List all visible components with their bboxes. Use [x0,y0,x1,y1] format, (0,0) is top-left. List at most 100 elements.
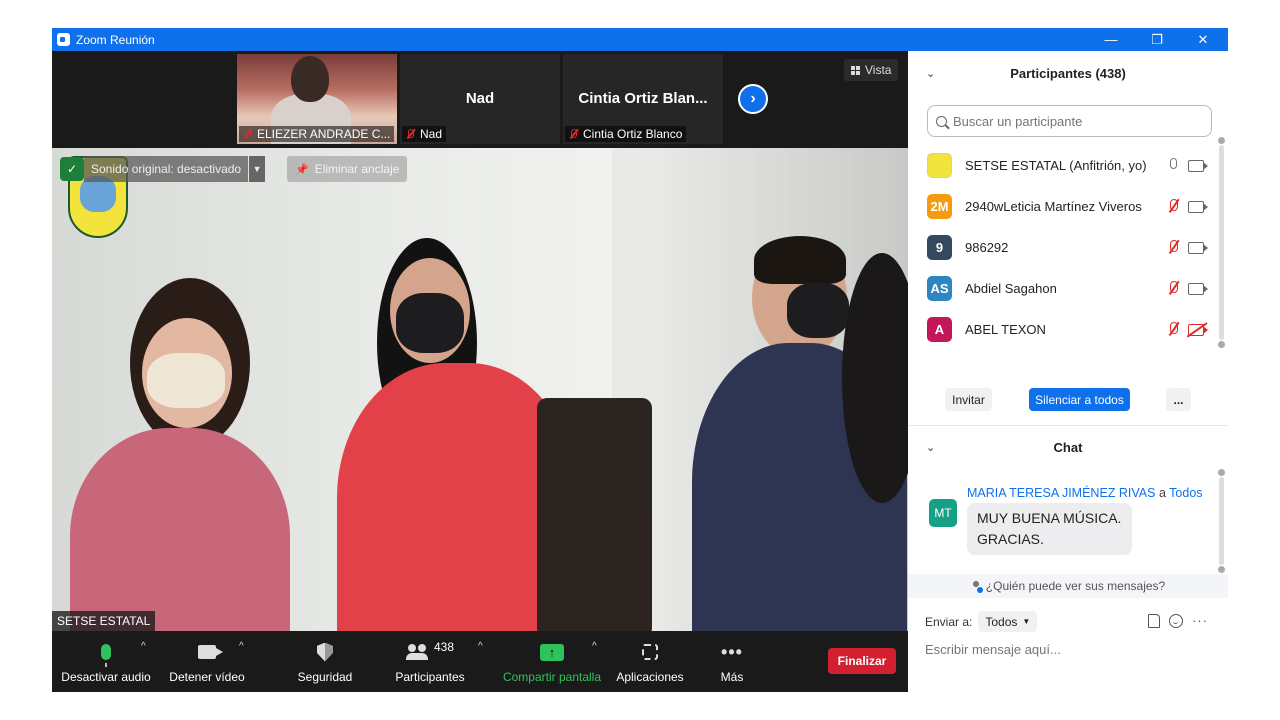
participant-thumbnail[interactable]: Nad Nad [400,54,560,144]
participants-header: ⌄ Participantes (438) [908,53,1228,93]
participant-name: ABEL TEXON [965,322,1046,337]
mic-muted-icon[interactable] [1167,321,1181,338]
message-visibility-link[interactable]: ¿Quién puede ver sus mensajes? [908,574,1228,598]
participants-button[interactable]: 438 Participantes [390,631,470,692]
camera-icon[interactable] [1188,282,1208,295]
mute-all-button[interactable]: Silenciar a todos [1029,388,1130,411]
participant-row[interactable]: 2M 2940wLeticia Martínez Viveros [908,186,1218,227]
message-recipient[interactable]: Todos [1169,486,1202,500]
chevron-down-icon[interactable]: ⌄ [926,441,935,454]
file-icon[interactable] [1148,613,1160,628]
message-meta: MARIA TERESA JIMÉNEZ RIVAS a Todos [967,486,1203,500]
gallery-strip: ELIEZER ANDRADE C... Nad Nad Cintia Orti… [52,51,908,147]
mic-muted-icon[interactable] [1167,280,1181,297]
camera-icon[interactable] [1188,159,1208,172]
participant-avatar: 2M [927,194,952,219]
chevron-up-icon[interactable]: ^ [592,641,597,652]
stop-video-button[interactable]: Detener vídeo [166,631,248,692]
share-screen-label: Compartir pantalla [502,670,602,684]
camera-icon[interactable] [1188,200,1208,213]
minimize-button[interactable]: — [1088,28,1134,51]
host-avatar [927,153,952,178]
camera-icon[interactable] [1188,241,1208,254]
chevron-down-icon[interactable]: ▼ [249,156,266,182]
apps-label: Aplicaciones [616,670,684,684]
mic-muted-icon[interactable] [1167,239,1181,256]
participant-row[interactable]: A ABEL TEXON [908,309,1218,350]
search-input[interactable] [953,113,1193,129]
chevron-up-icon[interactable]: ^ [141,641,146,652]
chat-messages: MT MARIA TERESA JIMÉNEZ RIVAS a Todos MU… [908,469,1228,573]
thumbnail-name: ELIEZER ANDRADE C... [257,127,391,141]
more-dots-icon[interactable]: ··· [1192,613,1208,628]
unpin-button[interactable]: 📌 Eliminar anclaje [287,156,408,182]
message-line: MUY BUENA MÚSICA. [977,510,1122,526]
chevron-down-icon[interactable]: ⌄ [926,67,935,80]
participants-label: Participantes [395,670,465,684]
share-screen-button[interactable]: ↑ Compartir pantalla [500,631,604,692]
participant-row[interactable]: AS Abdiel Sagahon [908,268,1218,309]
active-speaker-video[interactable]: ✓ Sonido original: desactivado ▼ 📌 Elimi… [52,148,908,631]
chevron-up-icon[interactable]: ^ [478,641,483,652]
restore-button[interactable]: ❐ [1134,28,1180,51]
shield-icon [317,642,333,662]
chat-title: Chat [1053,439,1083,455]
share-screen-icon: ↑ [540,643,564,661]
security-label: Seguridad [297,670,353,684]
send-to-select[interactable]: Todos ▼ [978,611,1038,632]
participants-more-button[interactable]: ... [1166,388,1191,411]
mic-muted-icon[interactable] [1167,198,1181,215]
microphone-icon [101,644,111,667]
participant-list: SETSE ESTATAL (Anfitrión, yo) 2M 2940wLe… [908,137,1228,350]
participant-name: Abdiel Sagahon [965,281,1057,296]
face-mask [787,283,849,338]
participant-name: 986292 [965,240,1009,255]
participant-thumbnail[interactable]: Cintia Ortiz Blan... Cintia Ortiz Blanco [563,54,723,144]
chevron-up-icon[interactable]: ^ [239,641,244,652]
unpin-label: Eliminar anclaje [314,162,400,176]
video-feed-person [291,56,329,102]
emoji-icon[interactable] [1169,613,1183,628]
participant-row[interactable]: SETSE ESTATAL (Anfitrión, yo) [908,145,1218,186]
invite-button[interactable]: Invitar [945,388,992,411]
user-visibility-icon [971,580,983,593]
more-dots-icon: ••• [721,642,743,662]
participant-row[interactable]: 9 986292 [908,227,1218,268]
video-feed-hair [754,236,846,284]
security-button[interactable]: Seguridad [290,631,360,692]
meeting-toolbar: Desactivar audio ^ Detener vídeo ^ Segur… [52,631,908,692]
more-button[interactable]: ••• Más [712,631,752,692]
search-icon [936,115,947,127]
close-button[interactable]: ✕ [1180,28,1226,51]
mute-audio-label: Desactivar audio [61,670,151,684]
thumbnail-center-name: Cintia Ortiz Blan... [578,90,708,107]
original-sound-toggle[interactable]: ✓ Sonido original: desactivado ▼ [60,156,266,182]
microphone-icon[interactable] [1167,157,1181,174]
participants-count: 438 [433,640,455,654]
participant-thumbnail[interactable]: ELIEZER ANDRADE C... [237,54,397,144]
chair [537,398,652,631]
apps-button[interactable]: Aplicaciones [614,631,686,692]
view-button[interactable]: Vista [844,59,899,81]
participant-search[interactable] [927,105,1212,137]
divider [908,425,1228,426]
chat-message-input[interactable] [925,638,1210,660]
chat-tools: ··· [1148,613,1208,628]
mic-muted-icon [567,128,579,140]
send-to-value: Todos [985,614,1018,629]
end-meeting-button[interactable]: Finalizar [828,648,896,674]
chevron-down-icon: ▼ [1022,617,1031,626]
chat-scrollbar[interactable] [1218,469,1225,573]
chevron-right-icon[interactable]: › [738,84,768,114]
message-connector: a [1158,486,1166,500]
view-label: Vista [865,63,892,77]
participant-avatar: A [927,317,952,342]
message-visibility-label: ¿Quién puede ver sus mensajes? [985,579,1166,593]
meeting-area: ELIEZER ANDRADE C... Nad Nad Cintia Orti… [52,51,908,692]
message-sender[interactable]: MARIA TERESA JIMÉNEZ RIVAS [967,486,1155,500]
mute-audio-button[interactable]: Desactivar audio [60,631,152,692]
thumbnail-name: Cintia Ortiz Blanco [583,127,683,141]
send-to-row: Enviar a: Todos ▼ [925,611,1038,632]
participant-list-scrollbar[interactable] [1218,137,1225,348]
camera-off-icon[interactable] [1188,323,1208,336]
